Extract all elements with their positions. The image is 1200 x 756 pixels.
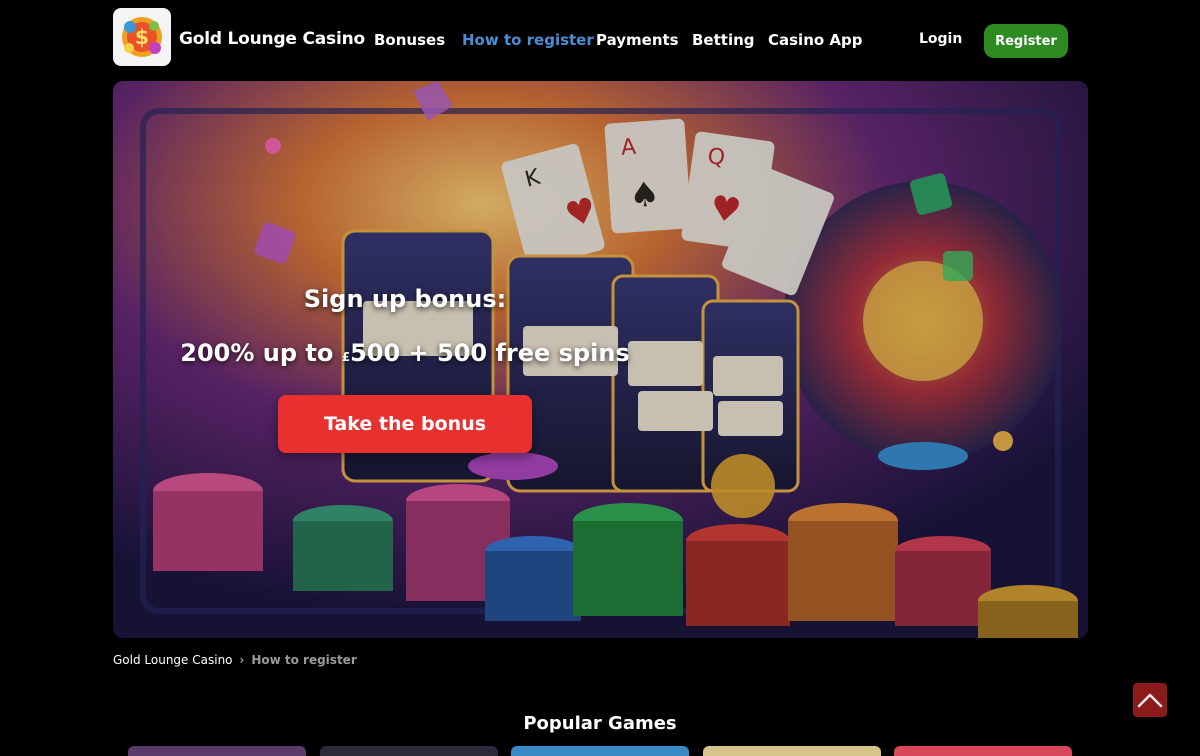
nav-payments[interactable]: Payments	[596, 31, 679, 49]
svg-text:$: $	[135, 25, 149, 49]
nav-casino-app[interactable]: Casino App	[768, 31, 863, 49]
nav-betting[interactable]: Betting	[692, 31, 755, 49]
offer-prefix: 200% up to	[180, 339, 342, 367]
breadcrumb: Gold Lounge Casino › How to register	[113, 653, 357, 667]
hero-banner: K A Q ♥ ♠ ♥ Sign up bonus: 200% up to £5…	[113, 81, 1088, 638]
offer-suffix: 500 + 500 free spins	[350, 339, 630, 367]
nav-how-to-register[interactable]: How to register	[462, 31, 594, 49]
login-link[interactable]: Login	[919, 31, 962, 47]
brand-name[interactable]: Gold Lounge Casino	[179, 29, 365, 49]
site-header: $ Gold Lounge Casino Bonuses How to regi…	[0, 0, 1200, 80]
breadcrumb-current: How to register	[251, 653, 357, 667]
scroll-to-top-button[interactable]	[1133, 683, 1167, 717]
casino-logo-icon[interactable]: $	[113, 8, 171, 66]
breadcrumb-home[interactable]: Gold Lounge Casino	[113, 653, 233, 667]
hero-offer: 200% up to £500 + 500 free spins	[113, 339, 697, 367]
register-button[interactable]: Register	[984, 24, 1068, 58]
hero-title: Sign up bonus:	[303, 285, 507, 313]
game-thumbnail[interactable]	[703, 746, 881, 756]
game-thumbnail[interactable]	[894, 746, 1072, 756]
chevron-up-icon	[1137, 693, 1163, 708]
game-thumbnail[interactable]	[128, 746, 306, 756]
breadcrumb-separator: ›	[239, 653, 245, 667]
offer-currency: £	[341, 350, 351, 364]
popular-games-title: Popular Games	[523, 713, 677, 734]
nav-bonuses[interactable]: Bonuses	[374, 31, 445, 49]
take-bonus-button[interactable]: Take the bonus	[278, 395, 532, 453]
game-thumbnail[interactable]	[320, 746, 498, 756]
game-thumbnail[interactable]	[511, 746, 689, 756]
